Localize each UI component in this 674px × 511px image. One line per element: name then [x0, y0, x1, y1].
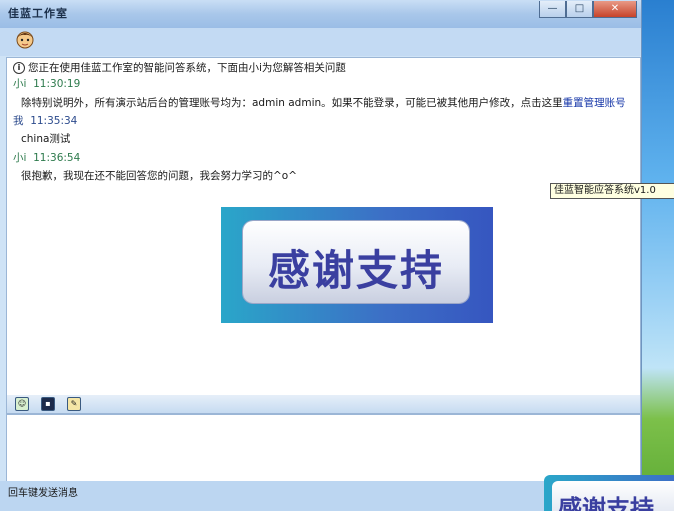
thanks-banner-image: 感谢支持	[221, 207, 493, 323]
banner-panel: 感谢支持	[243, 221, 469, 303]
system-notice: i 您正在使用佳蓝工作室的智能问答系统，下面由小i为您解答相关问题	[13, 60, 346, 75]
thumbnail-text: 感谢支持	[558, 495, 654, 511]
message-time: 11:30:19	[33, 78, 81, 90]
message-header: 小i 11:36:54	[13, 150, 80, 165]
history-icon[interactable]: ✎	[67, 397, 81, 411]
tooltip: 佳蓝智能应答系统v1.0	[550, 183, 674, 199]
taskbar-thumbnail[interactable]: 感谢支持	[544, 475, 674, 511]
message-time: 11:36:54	[33, 152, 81, 164]
message-header: 我 11:35:34	[13, 113, 77, 128]
thumbnail-panel: 感谢支持	[552, 481, 674, 511]
system-notice-text: 您正在使用佳蓝工作室的智能问答系统，下面由小i为您解答相关问题	[28, 62, 346, 74]
save-icon[interactable]: ▪	[41, 397, 55, 411]
chat-window: 佳蓝工作室 — □ ✕ i 您正在使用佳蓝工作室的智能问答系统，下面由小i为您解答…	[0, 0, 642, 511]
window-controls: — □ ✕	[539, 1, 637, 18]
desktop-background	[640, 0, 674, 511]
message-input[interactable]	[6, 414, 641, 482]
reset-account-link[interactable]: 重置管理账号	[563, 97, 626, 109]
message-text: 除特别说明外，所有演示站后台的管理账号均为：admin admin。如果不能登录…	[21, 97, 563, 109]
message-body: china测试	[21, 133, 71, 145]
title-bar[interactable]: 佳蓝工作室 — □ ✕	[0, 0, 641, 28]
status-text: 回车键发送消息	[8, 488, 78, 499]
banner-text: 感谢支持	[267, 246, 444, 295]
message-body: 除特别说明外，所有演示站后台的管理账号均为：admin admin。如果不能登录…	[21, 95, 626, 110]
message-header: 小i 11:30:19	[13, 76, 80, 91]
emoticon-icon[interactable]: ☺	[15, 397, 29, 411]
message-sender: 小i	[13, 78, 27, 90]
close-button[interactable]: ✕	[593, 1, 637, 18]
avatar-icon[interactable]	[14, 28, 36, 50]
minimize-button[interactable]: —	[539, 1, 566, 18]
header-toolbar	[0, 28, 641, 56]
message-sender: 我	[13, 115, 24, 127]
message-body: 很抱歉，我现在还不能回答您的问题，我会努力学习的^o^	[21, 170, 298, 182]
window-title: 佳蓝工作室	[8, 7, 68, 20]
info-icon: i	[13, 62, 25, 74]
message-time: 11:35:34	[30, 115, 78, 127]
maximize-button[interactable]: □	[566, 1, 593, 18]
message-sender: 小i	[13, 152, 27, 164]
input-toolbar: ☺ ▪ ✎	[6, 395, 641, 414]
chat-history[interactable]: i 您正在使用佳蓝工作室的智能问答系统，下面由小i为您解答相关问题 小i 11:3…	[6, 57, 641, 397]
